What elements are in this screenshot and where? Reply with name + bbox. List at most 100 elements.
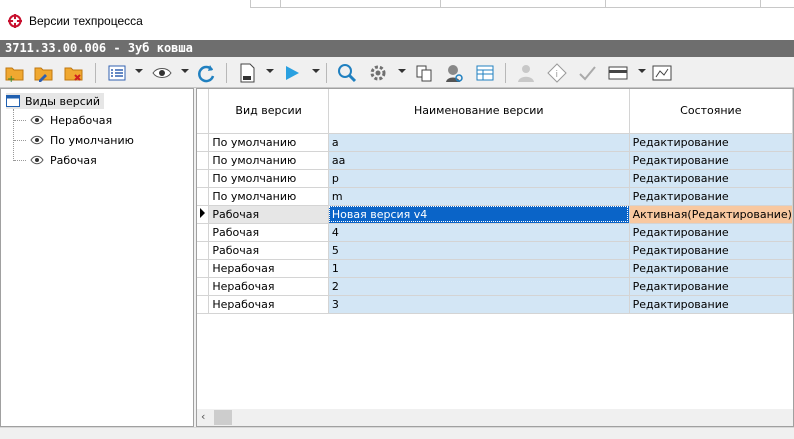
svg-text:i: i xyxy=(556,70,559,80)
search-icon[interactable] xyxy=(335,61,359,85)
folder-edit-icon[interactable] xyxy=(32,61,56,85)
table-row[interactable]: По умолчанию a Редактирование xyxy=(197,133,793,152)
cell-name[interactable]: 2 xyxy=(328,277,630,296)
tree-item-label: Нерабочая xyxy=(50,113,113,127)
cell-state[interactable]: Редактирование xyxy=(629,277,793,296)
cell-state[interactable]: Редактирование xyxy=(629,259,793,278)
versions-table: Вид версии Наименование версии Состояние… xyxy=(197,89,793,314)
table-row[interactable]: Нерабочая 3 Редактирование xyxy=(197,295,793,314)
status-bar xyxy=(0,427,794,439)
tree-root-icon xyxy=(6,95,20,107)
table-row[interactable]: Рабочая 5 Редактирование xyxy=(197,241,793,260)
card-icon[interactable] xyxy=(606,61,630,85)
eye-icon xyxy=(30,155,44,165)
cell-kind[interactable]: Нерабочая xyxy=(208,259,329,278)
column-header-name[interactable]: Наименование версии xyxy=(328,89,630,134)
shuffle-icon[interactable] xyxy=(650,61,674,85)
cell-name[interactable]: Новая версия v4 xyxy=(328,205,630,224)
card-dropdown[interactable] xyxy=(638,69,646,73)
scroll-left-arrow-icon[interactable]: ‹ xyxy=(201,411,211,422)
toolbar-separator xyxy=(95,63,96,83)
copy-icon[interactable] xyxy=(412,61,436,85)
document-header: 3711.33.00.006 - Зуб ковша xyxy=(0,40,794,57)
cell-state[interactable]: Редактирование xyxy=(629,241,793,260)
eye-icon[interactable] xyxy=(150,61,174,85)
version-types-tree: Виды версий Нерабочая По умолчанию Рабоч… xyxy=(0,88,194,427)
cell-name[interactable]: a xyxy=(328,133,630,152)
table-row[interactable]: Нерабочая 1 Редактирование xyxy=(197,259,793,278)
cell-kind[interactable]: По умолчанию xyxy=(208,169,329,188)
tree-item-working[interactable]: Рабочая xyxy=(30,152,97,168)
cell-kind[interactable]: Рабочая xyxy=(208,205,329,224)
document-icon[interactable] xyxy=(235,61,259,85)
row-indicator xyxy=(197,223,210,242)
cell-kind[interactable]: Рабочая xyxy=(208,241,329,260)
user-search-icon[interactable] xyxy=(442,61,466,85)
cell-name[interactable]: 5 xyxy=(328,241,630,260)
cell-kind[interactable]: По умолчанию xyxy=(208,133,329,152)
eye-icon xyxy=(30,135,44,145)
versions-grid: Вид версии Наименование версии Состояние… xyxy=(196,88,794,427)
toolbar-separator xyxy=(226,63,227,83)
list-view-icon[interactable] xyxy=(105,61,129,85)
settings-icon[interactable] xyxy=(366,61,390,85)
tree-root-version-types[interactable]: Виды версий xyxy=(6,93,105,109)
cell-name[interactable]: 1 xyxy=(328,259,630,278)
cell-kind[interactable]: Нерабочая xyxy=(208,295,329,314)
settings-dropdown[interactable] xyxy=(398,69,406,73)
row-indicator xyxy=(197,187,210,206)
refresh-icon[interactable] xyxy=(194,61,218,85)
tree-item-default[interactable]: По умолчанию xyxy=(30,132,134,148)
background-grid-lines xyxy=(250,0,794,8)
table-row[interactable]: Нерабочая 2 Редактирование xyxy=(197,277,793,296)
cell-kind[interactable]: Рабочая xyxy=(208,223,329,242)
cell-state[interactable]: Редактирование xyxy=(629,295,793,314)
row-indicator xyxy=(197,133,210,152)
row-indicator xyxy=(197,277,210,296)
table-row[interactable]: По умолчанию aa Редактирование xyxy=(197,151,793,170)
column-header-kind[interactable]: Вид версии xyxy=(208,89,329,134)
toolbar: + i xyxy=(0,57,794,88)
table-row[interactable]: Рабочая 4 Редактирование xyxy=(197,223,793,242)
horizontal-scrollbar[interactable]: ‹ xyxy=(197,409,793,426)
scrollbar-thumb[interactable] xyxy=(214,410,232,425)
document-dropdown[interactable] xyxy=(266,69,274,73)
cell-name[interactable]: 4 xyxy=(328,223,630,242)
cell-name[interactable]: m xyxy=(328,187,630,206)
eye-dropdown[interactable] xyxy=(181,69,189,73)
column-header-state[interactable]: Состояние xyxy=(629,89,793,134)
row-indicator xyxy=(197,241,210,260)
folder-add-icon[interactable]: + xyxy=(3,61,27,85)
row-indicator xyxy=(197,169,210,188)
table-row[interactable]: По умолчанию p Редактирование xyxy=(197,169,793,188)
window-titlebar: Версии техпроцесса xyxy=(0,0,794,40)
folder-delete-icon[interactable] xyxy=(62,61,86,85)
approve-icon xyxy=(575,61,599,85)
tree-item-nonworking[interactable]: Нерабочая xyxy=(30,112,112,128)
tree-item-label: Рабочая xyxy=(50,153,97,167)
cell-kind[interactable]: Нерабочая xyxy=(208,277,329,296)
cell-state[interactable]: Редактирование xyxy=(629,223,793,242)
table-row[interactable]: Рабочая Новая версия v4 Активная(Редактиро… xyxy=(197,205,793,224)
cell-name[interactable]: 3 xyxy=(328,295,630,314)
cell-kind[interactable]: По умолчанию xyxy=(208,187,329,206)
cell-state[interactable]: Редактирование xyxy=(629,151,793,170)
play-icon[interactable] xyxy=(280,61,304,85)
cell-state[interactable]: Активная(Редактирование) xyxy=(629,205,793,224)
cell-state[interactable]: Редактирование xyxy=(629,187,793,206)
row-indicator xyxy=(197,295,210,314)
row-indicator xyxy=(197,151,210,170)
tree-root-label: Виды версий xyxy=(25,94,101,108)
table-row[interactable]: По умолчанию m Редактирование xyxy=(197,187,793,206)
toolbar-separator xyxy=(326,63,327,83)
play-dropdown[interactable] xyxy=(312,69,320,73)
cell-state[interactable]: Редактирование xyxy=(629,169,793,188)
cell-name[interactable]: aa xyxy=(328,151,630,170)
app-logo-icon xyxy=(8,14,22,28)
table-icon[interactable] xyxy=(473,61,497,85)
row-indicator-header xyxy=(197,89,210,134)
cell-kind[interactable]: По умолчанию xyxy=(208,151,329,170)
cell-name[interactable]: p xyxy=(328,169,630,188)
cell-state[interactable]: Редактирование xyxy=(629,133,793,152)
list-view-dropdown[interactable] xyxy=(135,69,143,73)
